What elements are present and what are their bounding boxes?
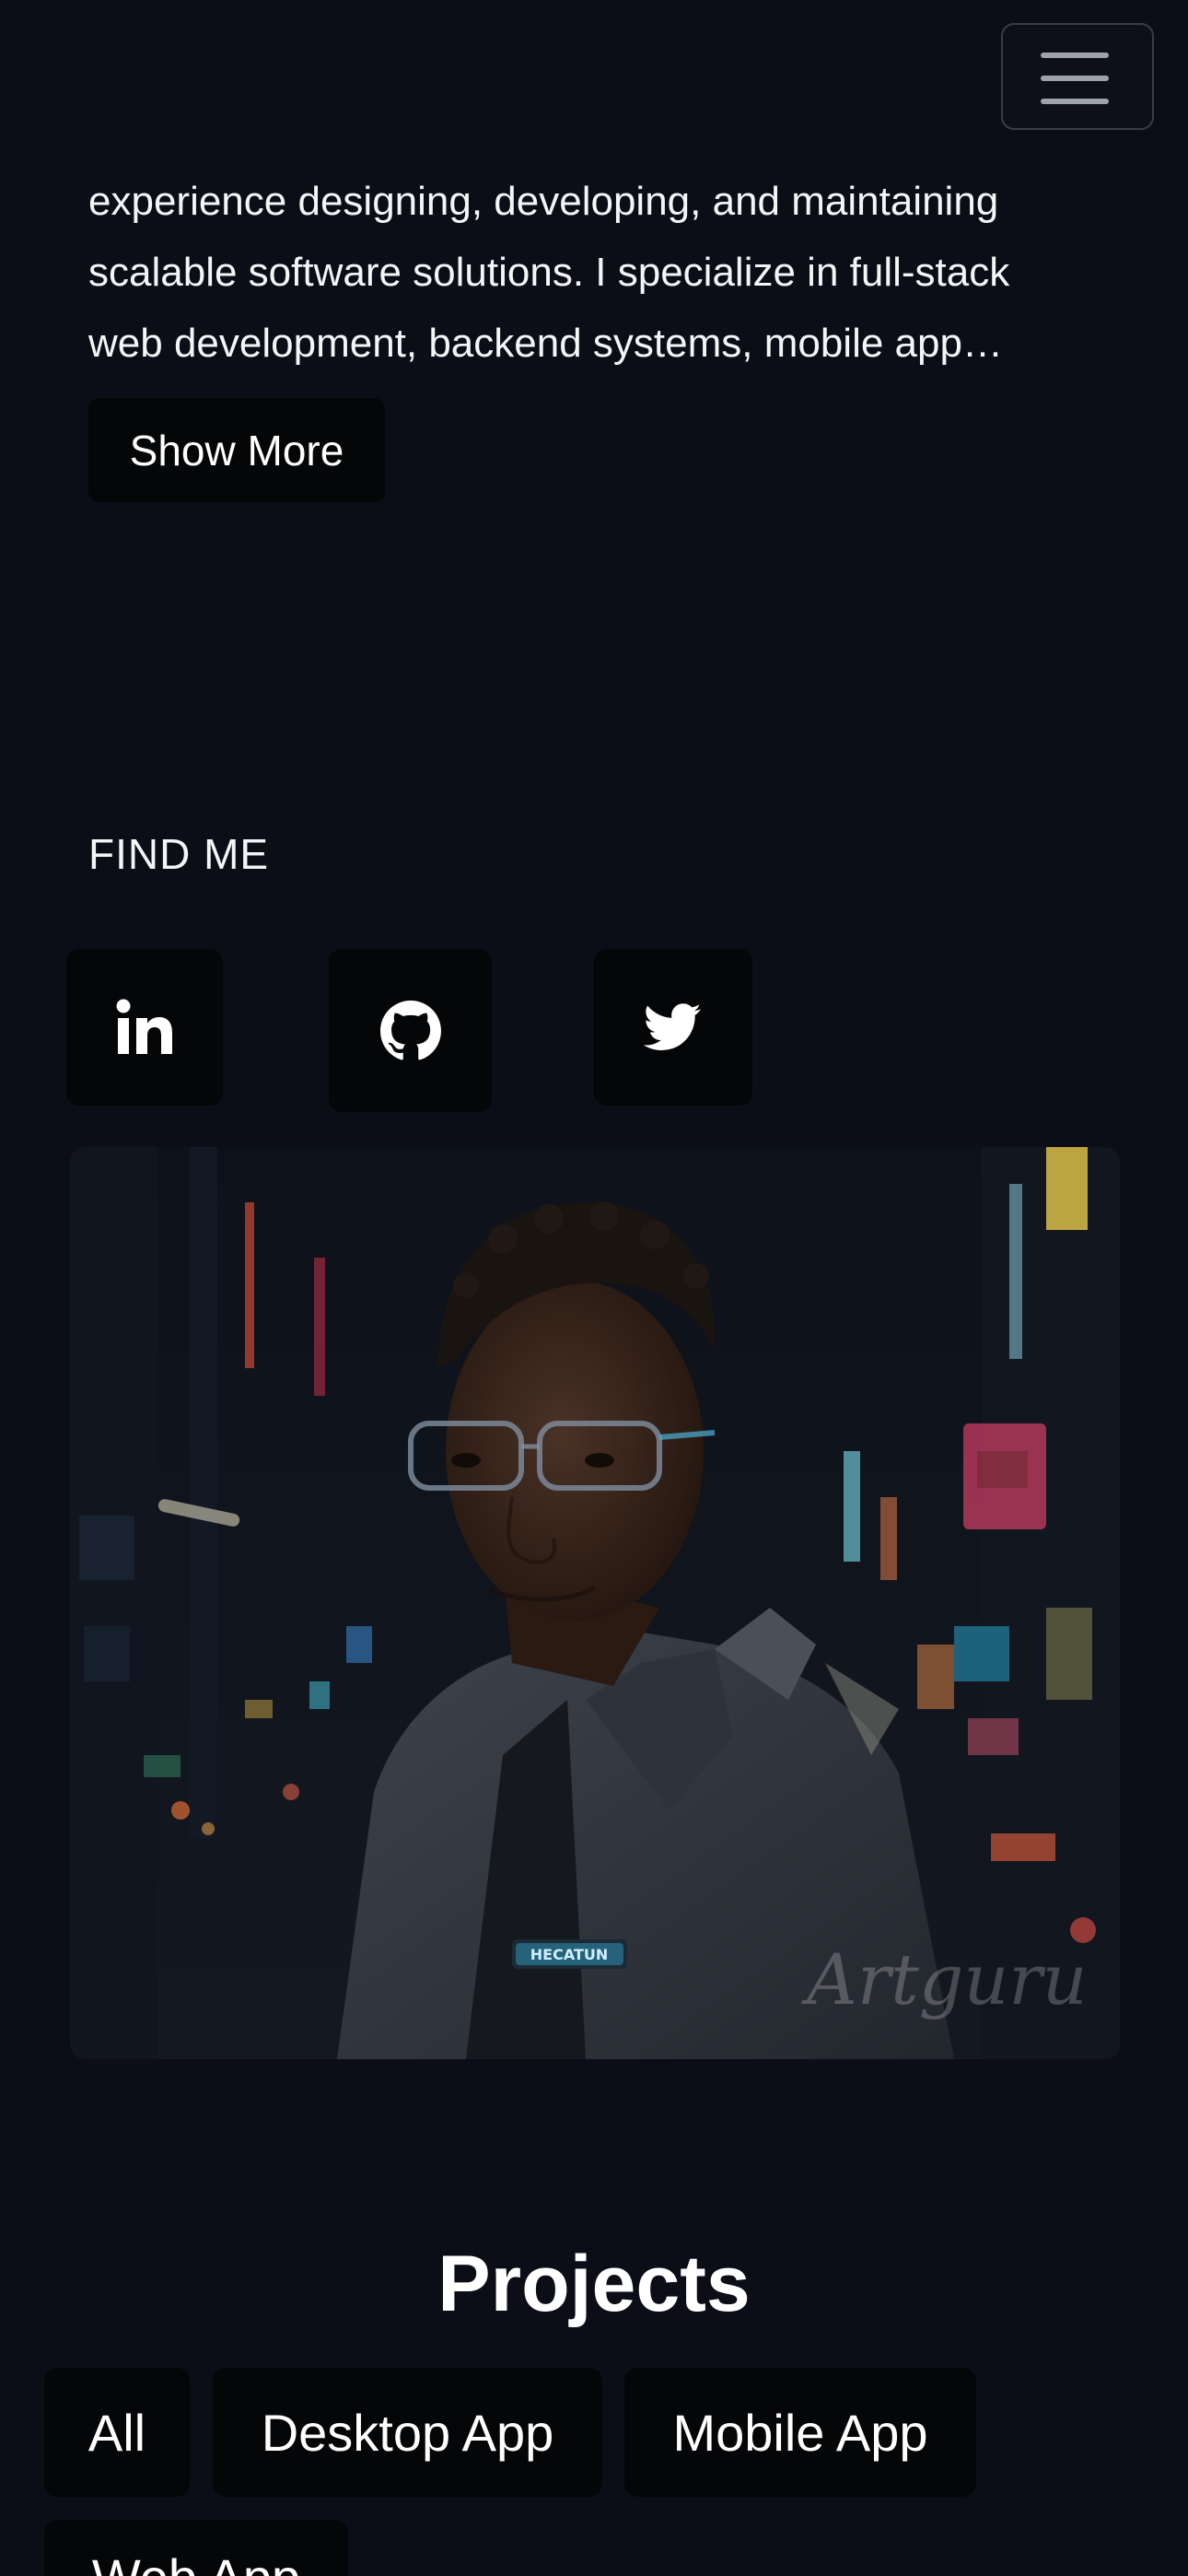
filter-all-button[interactable]: All — [44, 2368, 190, 2497]
portfolio-page: experience designing, developing, and ma… — [0, 0, 1188, 2576]
find-me-heading: FIND ME — [88, 830, 270, 878]
watermark-text: Artguru — [801, 1938, 1088, 2020]
filter-mobile-app-button[interactable]: Mobile App — [624, 2368, 976, 2497]
github-icon — [379, 1000, 441, 1061]
hamburger-menu-button[interactable] — [1001, 23, 1154, 130]
about-line: experience designing, developing, and ma… — [88, 179, 999, 224]
about-line: scalable software solutions. I specializ… — [88, 250, 1010, 295]
twitter-icon — [644, 1003, 703, 1051]
github-link[interactable] — [329, 949, 492, 1112]
projects-heading: Projects — [437, 2240, 751, 2328]
linkedin-link[interactable] — [66, 949, 223, 1106]
jacket-badge-text: HECATUN — [530, 1946, 609, 1963]
filter-desktop-app-button[interactable]: Desktop App — [213, 2368, 602, 2497]
linkedin-icon — [116, 999, 173, 1056]
about-paragraph: experience designing, developing, and ma… — [88, 166, 1120, 379]
twitter-link[interactable] — [594, 949, 752, 1106]
about-line: web development, backend systems, mobile… — [88, 321, 1003, 366]
filter-web-app-button[interactable]: Web App — [44, 2520, 348, 2576]
show-more-button[interactable]: Show More — [88, 398, 385, 502]
profile-portrait-image: HECATUN Artguru — [70, 1147, 1120, 2059]
